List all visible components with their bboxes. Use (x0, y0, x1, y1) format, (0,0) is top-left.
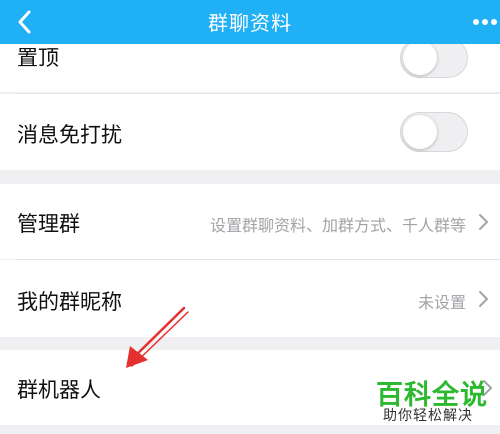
group-nickname-label: 我的群昵称 (17, 290, 122, 314)
group-nickname-row[interactable]: 我的群昵称 未设置 (0, 260, 500, 337)
mute-toggle-knob (403, 115, 437, 149)
mute-toggle[interactable] (400, 112, 468, 152)
annotation-arrow-icon (126, 306, 189, 368)
top-bar: 群聊资料 (0, 0, 500, 44)
manage-group-label: 管理群 (17, 212, 80, 236)
chevron-right-icon (479, 214, 488, 230)
pin-toggle[interactable] (400, 38, 468, 78)
mute-label: 消息免打扰 (17, 123, 122, 147)
more-icon[interactable] (470, 14, 500, 30)
mute-row[interactable]: 消息免打扰 (0, 94, 500, 170)
group-robot-label: 群机器人 (17, 378, 101, 402)
group-nickname-value: 未设置 (417, 293, 466, 312)
page-title: 群聊资料 (208, 11, 292, 35)
pin-toggle-knob (403, 41, 437, 75)
watermark-subtitle: 助你轻松解决 (383, 408, 473, 424)
pin-label: 置顶 (17, 46, 59, 70)
manage-group-hint: 设置群聊资料、加群方式、千人群等 (209, 216, 466, 235)
chevron-right-icon (479, 291, 488, 307)
manage-group-row[interactable]: 管理群 设置群聊资料、加群方式、千人群等 (0, 184, 500, 259)
